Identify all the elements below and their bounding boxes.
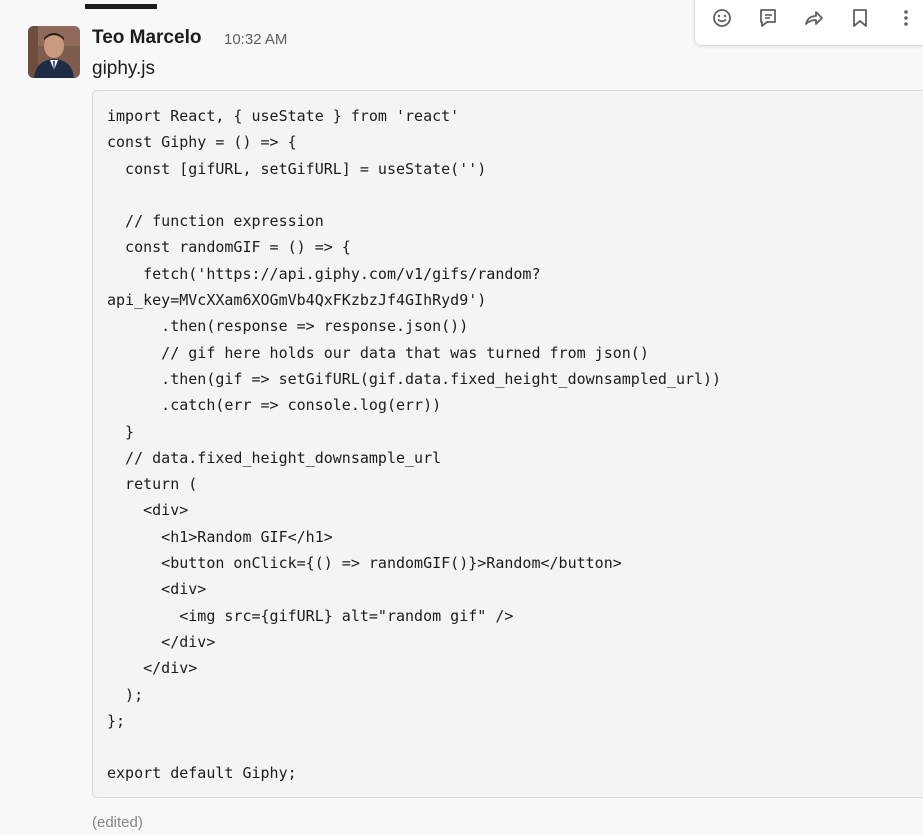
code-line: export default Giphy; <box>107 764 297 783</box>
code-line: const Giphy = () => { <box>107 133 297 152</box>
code-snippet[interactable]: import React, { useState } from 'react' c… <box>92 90 923 798</box>
more-actions-button[interactable] <box>891 3 921 33</box>
code-line: import React, { useState } from 'react' <box>107 107 460 125</box>
code-line: }; <box>107 711 126 730</box>
share-message-button[interactable] <box>799 3 829 33</box>
user-photo <box>28 26 80 78</box>
code-line: .catch(err => console.log(err)) <box>107 396 442 415</box>
code-line: <div> <box>107 580 207 599</box>
avatar[interactable] <box>28 26 80 78</box>
code-line: <div> <box>107 501 189 520</box>
share-message-icon <box>805 11 823 25</box>
code-line: </div> <box>107 632 216 651</box>
code-line: const randomGIF = () => { <box>107 238 351 257</box>
code-file-name: giphy.js <box>92 58 156 79</box>
code-line: // data.fixed_height_downsample_url <box>107 448 442 467</box>
code-line: <h1>Random GIF</h1> <box>107 527 333 546</box>
code-line: const [gifURL, setGifURL] = useState('') <box>107 159 487 178</box>
code-line: </div> <box>107 659 198 678</box>
code-line: return ( <box>107 475 198 494</box>
message-timestamp[interactable]: 10:32 AM <box>224 31 287 48</box>
bookmark-button[interactable] <box>845 3 875 33</box>
edited-label: (edited) <box>92 814 143 831</box>
message-actions-toolbar <box>694 0 923 46</box>
code-line: <button onClick={() => randomGIF()}>Rand… <box>107 554 622 573</box>
code-content: import React, { useState } from 'react' c… <box>107 103 721 787</box>
code-line: <img src={gifURL} alt="random gif" /> <box>107 606 514 625</box>
emoji-reaction-button[interactable] <box>707 3 737 33</box>
more-actions-icon <box>904 10 908 26</box>
code-line: .then(gif => setGifURL(gif.data.fixed_he… <box>107 369 722 388</box>
code-line: .then(response => response.json()) <box>107 317 469 336</box>
code-line: // gif here holds our data that was turn… <box>107 343 649 362</box>
reply-thread-icon <box>760 9 776 27</box>
bookmark-icon <box>853 9 867 27</box>
sender-name[interactable]: Teo Marcelo <box>92 27 201 49</box>
channel-header-underline <box>85 4 157 9</box>
code-line: fetch('https://api.giphy.com/v1/gifs/ran… <box>107 264 541 283</box>
reply-thread-button[interactable] <box>753 3 783 33</box>
emoji-reaction-icon <box>713 9 731 27</box>
code-line: // function expression <box>107 212 324 231</box>
code-line: } <box>107 422 135 441</box>
code-line: api_key=MVcXXam6XOGmVb4QxFKzbzJf4GIhRyd9… <box>107 291 487 310</box>
code-line: ); <box>107 685 144 704</box>
